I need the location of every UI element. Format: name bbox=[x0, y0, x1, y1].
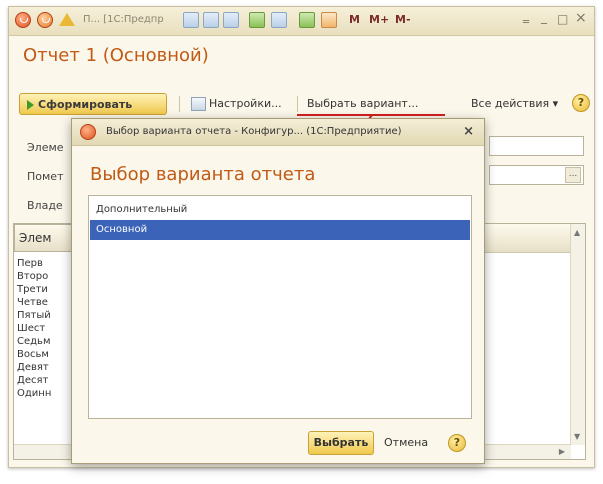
notes-icon[interactable] bbox=[321, 12, 337, 28]
dialog-close-icon[interactable]: × bbox=[463, 124, 474, 139]
save-icon[interactable] bbox=[183, 12, 199, 28]
toolbar-separator bbox=[179, 96, 180, 112]
memory-m-button[interactable]: M bbox=[349, 13, 360, 26]
dialog-titlebar: Выбор варианта отчета - Конфигур... (1С:… bbox=[72, 119, 484, 146]
main-titlebar: П... [1С:Предпр M M+ M- ‗ _ □ × bbox=[9, 7, 594, 36]
field1-label: Элеме bbox=[27, 141, 64, 154]
select-variant-dialog: Выбор варианта отчета - Конфигур... (1С:… bbox=[71, 118, 485, 464]
titlebar-text: П... [1С:Предпр bbox=[83, 14, 164, 25]
dialog-heading: Выбор варианта отчета bbox=[90, 164, 316, 185]
dialog-help-icon[interactable]: ? bbox=[448, 434, 466, 452]
settings-button[interactable]: Настройки... bbox=[191, 97, 282, 111]
table-row: Трети bbox=[17, 284, 48, 295]
field2-label: Помет bbox=[27, 170, 64, 183]
settings-button-label: Настройки... bbox=[209, 97, 282, 110]
field2-input[interactable]: ... bbox=[489, 165, 584, 185]
help-icon[interactable]: ? bbox=[572, 94, 590, 112]
list-item-additional[interactable]: Дополнительный bbox=[90, 200, 470, 220]
variant-list[interactable]: Дополнительный Основной bbox=[88, 195, 472, 419]
table-vertical-scrollbar[interactable]: ▲ ▼ bbox=[570, 224, 585, 445]
table-row: Десят bbox=[17, 375, 49, 386]
scroll-up-icon[interactable]: ▲ bbox=[574, 228, 580, 237]
close-icon[interactable]: × bbox=[575, 10, 587, 26]
field3-label: Владе bbox=[27, 199, 63, 212]
list-item-main[interactable]: Основной bbox=[90, 220, 470, 240]
settings-icon bbox=[191, 97, 206, 111]
calendar-icon[interactable] bbox=[271, 12, 287, 28]
table-row: Шест bbox=[17, 323, 46, 334]
minimize-icon[interactable]: ‗ bbox=[523, 9, 529, 23]
report-title: Отчет 1 (Основной) bbox=[23, 45, 209, 66]
choose-button[interactable]: Выбрать bbox=[308, 431, 374, 455]
field2-select-button[interactable]: ... bbox=[565, 167, 581, 183]
app-logo-icon bbox=[80, 124, 96, 140]
app-menu-icon[interactable] bbox=[37, 12, 53, 28]
table-row: Второ bbox=[17, 271, 49, 282]
generate-button[interactable]: Сформировать bbox=[19, 93, 167, 115]
select-variant-button[interactable]: Выбрать вариант... bbox=[307, 97, 418, 110]
table-row: Восьм bbox=[17, 349, 49, 360]
table-row: Девят bbox=[17, 362, 49, 373]
app-logo-icon[interactable] bbox=[15, 12, 31, 28]
table-row: Пятый bbox=[17, 310, 51, 321]
table-row: Одинн bbox=[17, 388, 52, 399]
favorites-icon[interactable] bbox=[249, 12, 265, 28]
scroll-down-icon[interactable]: ▼ bbox=[574, 432, 580, 441]
table-row: Седьм bbox=[17, 336, 51, 347]
all-actions-menu[interactable]: Все действия ▾ bbox=[471, 97, 558, 110]
preview-icon[interactable] bbox=[223, 12, 239, 28]
table-row: Перв bbox=[17, 258, 43, 269]
field1-input[interactable] bbox=[489, 136, 584, 156]
memory-plus-button[interactable]: M+ bbox=[369, 13, 389, 26]
cancel-button[interactable]: Отмена bbox=[384, 436, 428, 449]
maximize-icon[interactable]: □ bbox=[557, 12, 568, 26]
generate-button-label: Сформировать bbox=[38, 98, 133, 111]
memory-minus-button[interactable]: M- bbox=[395, 13, 411, 26]
toolbar-separator bbox=[297, 96, 298, 112]
home-icon[interactable] bbox=[59, 12, 75, 26]
print-icon[interactable] bbox=[203, 12, 219, 28]
scroll-right-icon[interactable]: ▶ bbox=[559, 447, 565, 456]
restore-icon[interactable]: _ bbox=[541, 10, 547, 24]
dialog-window-title: Выбор варианта отчета - Конфигур... (1С:… bbox=[106, 126, 402, 137]
calculator-icon[interactable] bbox=[299, 12, 315, 28]
table-row: Четве bbox=[17, 297, 48, 308]
play-icon bbox=[27, 100, 34, 110]
